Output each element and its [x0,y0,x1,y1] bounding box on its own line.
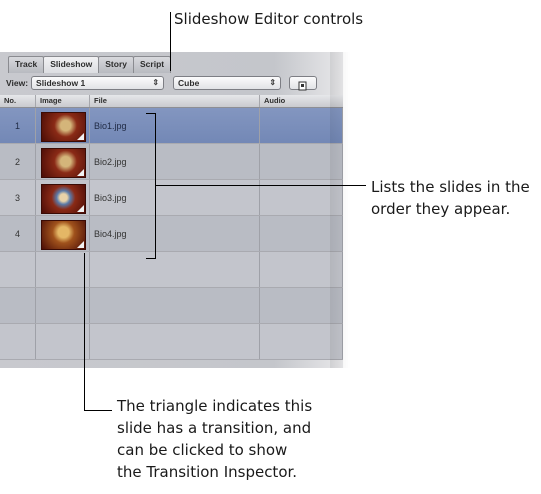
empty-cell [90,288,260,323]
empty-row [0,288,343,324]
empty-cell [0,252,36,287]
tab-slideshow[interactable]: Slideshow [43,56,100,73]
callout-transition-line3: can be clicked to show [117,441,288,459]
slide-thumbnail[interactable] [36,180,90,215]
callout-line-bottom [84,253,85,411]
transition-triangle-icon[interactable] [77,241,84,248]
slide-image [41,184,86,214]
slide-image [41,112,86,142]
column-header-no[interactable]: No. [0,95,36,107]
slide-file-name: Bio1.jpg [90,108,260,143]
transition-popup[interactable]: Cube ⇕ [173,76,282,90]
slide-file-name: Bio2.jpg [90,144,260,179]
popup-arrows-icon: ⇕ [269,78,277,87]
slide-image [41,220,86,250]
slide-number: 1 [0,108,36,143]
tab-script[interactable]: Script [133,56,172,73]
tab-story[interactable]: Story [98,56,134,73]
document-icon [298,81,307,91]
callout-line-top-end [170,70,171,71]
tab-track[interactable]: Track [8,56,45,73]
transition-triangle-icon[interactable] [77,133,84,140]
slide-number: 2 [0,144,36,179]
slide-thumbnail[interactable] [36,108,90,143]
tab-bar: Track Slideshow Story Script [8,56,172,73]
callout-bracket-vertical [155,113,156,259]
slideshow-editor-panel: Track Slideshow Story Script View: Slide… [0,52,343,368]
callout-transition-line2: slide has a transition, and [117,419,312,437]
empty-cell [90,324,260,359]
transition-triangle-icon[interactable] [77,169,84,176]
slideshow-controls-bar: View: Slideshow 1 ⇕ Cube ⇕ [6,75,336,91]
callout-bracket-bottom [146,258,156,259]
callout-transition-line1: The triangle indicates this [117,397,313,415]
slide-number: 3 [0,180,36,215]
callout-line-right [155,185,366,186]
empty-cell [36,324,90,359]
empty-row [0,324,343,360]
view-popup[interactable]: Slideshow 1 ⇕ [31,76,165,90]
panel-edge-shadow [330,52,350,368]
callout-transition-line4: the Transition Inspector. [117,463,298,481]
transition-triangle-icon[interactable] [77,205,84,212]
callout-line-bottom-foot [84,410,112,411]
column-header-file[interactable]: File [90,95,260,107]
callout-bracket-top [146,113,156,114]
callout-slide-list-line1: Lists the slides in the [371,178,530,196]
slide-thumbnail[interactable] [36,144,90,179]
callout-slide-list-line2: order they appear. [371,200,511,218]
callout-slide-list: Lists the slides in the order they appea… [371,176,530,220]
callout-line-top [170,12,171,70]
empty-cell [0,324,36,359]
view-label: View: [6,78,29,88]
callout-slideshow-editor-controls: Slideshow Editor controls [174,10,364,28]
empty-cell [36,288,90,323]
callout-transition-triangle: The triangle indicates this slide has a … [117,395,312,483]
popup-arrows-icon: ⇕ [152,78,160,87]
table-header: No. Image File Audio [0,95,343,108]
column-header-image[interactable]: Image [36,95,90,107]
slide-image [41,148,86,178]
apply-transition-button[interactable] [289,76,318,91]
empty-cell [0,288,36,323]
slide-file-name: Bio4.jpg [90,216,260,251]
empty-cell [36,252,90,287]
empty-cell [90,252,260,287]
slide-list-table: No. Image File Audio 1 Bio1.jpg 2 Bio2.j… [0,95,343,360]
slide-thumbnail[interactable] [36,216,90,251]
empty-row [0,252,343,288]
table-row[interactable]: 4 Bio4.jpg [0,216,343,252]
view-popup-value: Slideshow 1 [36,78,86,88]
table-row[interactable]: 1 Bio1.jpg [0,108,343,144]
transition-popup-value: Cube [178,78,200,88]
table-row[interactable]: 2 Bio2.jpg [0,144,343,180]
slide-number: 4 [0,216,36,251]
